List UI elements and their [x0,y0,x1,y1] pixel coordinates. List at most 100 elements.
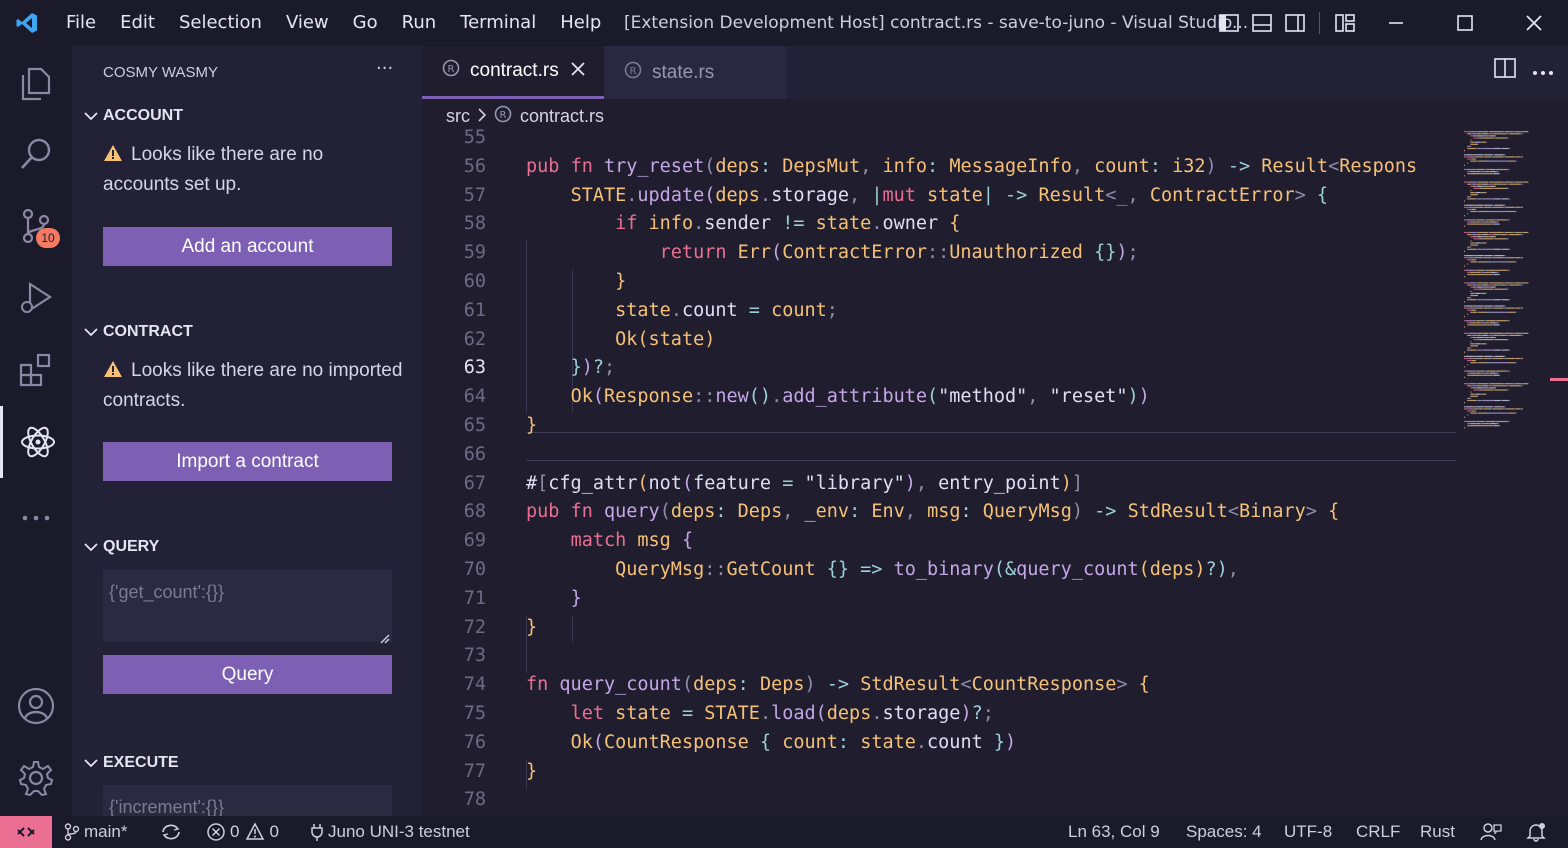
query-section-header[interactable]: QUERY [80,534,159,560]
menu-view[interactable]: View [274,0,341,46]
query-input[interactable]: {'get_count':{}} [103,570,392,642]
code-line[interactable]: 65} [422,412,1462,441]
import-contract-button[interactable]: Import a contract [103,442,392,481]
close-window-icon[interactable] [1499,0,1568,46]
language-mode[interactable]: Rust [1420,816,1455,848]
code-line[interactable]: 64 Ok(Response::new().add_attribute("met… [422,383,1462,412]
toggle-secondary-sidebar-icon[interactable] [1278,0,1311,46]
close-tab-icon[interactable] [571,60,585,82]
minimap-stroke [1482,385,1488,387]
indentation[interactable]: Spaces: 4 [1186,816,1262,848]
minimap-stroke [1508,160,1510,162]
code-line[interactable]: 71 } [422,585,1462,614]
minimap-stroke [1513,332,1515,334]
menu-edit[interactable]: Edit [108,0,167,46]
code-editor[interactable]: 55 56 pub fn try_reset(deps: DepsMut, info… [422,125,1462,815]
minimap-stroke [1471,385,1473,387]
code-line[interactable]: 61 state.count = count; [422,297,1462,326]
feedback-icon[interactable] [1480,816,1506,848]
sidebar-more-icon[interactable]: ··· [376,58,393,79]
code-line[interactable]: 69 match msg { [422,527,1462,556]
minimap-stroke [1470,160,1477,162]
toggle-panel-icon[interactable] [1245,0,1278,46]
minimap-stroke [1465,406,1466,408]
code-line[interactable]: 73 [422,642,1462,671]
source-control-icon[interactable]: 10 [0,190,72,262]
encoding[interactable]: UTF-8 [1284,816,1332,848]
split-editor-icon[interactable] [1494,58,1516,82]
minimap[interactable] [1462,125,1552,445]
account-section-header[interactable]: ACCOUNT [80,103,183,129]
code-line[interactable]: 74 fn query_count(deps: Deps) -> StdResul… [422,671,1462,700]
menu-go[interactable]: Go [341,0,390,46]
code-line[interactable]: 67 #[cfg_attr(not(feature = "library"), e… [422,470,1462,499]
toggle-primary-sidebar-icon[interactable] [1212,0,1245,46]
code-line[interactable]: 68 pub fn query(deps: Deps, _env: Env, ms… [422,498,1462,527]
minimap-stroke [1472,345,1473,347]
code-token: GetCount [726,559,827,580]
run-debug-icon[interactable] [0,262,72,334]
line-endings[interactable]: CRLF [1356,816,1400,848]
cosmy-wasmy-icon[interactable] [0,406,72,478]
code-token: pub [526,155,571,177]
code-line[interactable]: 72} [422,614,1462,643]
maximize-icon[interactable] [1430,0,1499,46]
minimap-stroke [1501,234,1507,236]
warning-icon [103,359,125,387]
code-line[interactable]: 58 if info.sender != state.owner { [422,210,1462,239]
notifications-bell-icon[interactable] [1526,816,1550,848]
code-line[interactable]: 57 STATE.update(deps.storage, |mut state… [422,182,1462,211]
menu-selection[interactable]: Selection [167,0,274,46]
explorer-icon[interactable] [0,46,72,118]
code-line[interactable]: 59 return Err(ContractError::Unauthorize… [422,239,1462,268]
menu-run[interactable]: Run [390,0,449,46]
code-token: {} [826,559,861,580]
minimap-stroke [1468,347,1470,349]
code-line[interactable]: 76 Ok(CountResponse { count: state.count… [422,729,1462,758]
menu-help[interactable]: Help [548,0,613,46]
minimap-stroke [1481,234,1483,236]
branch-indicator[interactable]: main* [64,816,127,848]
settings-gear-icon[interactable] [0,742,72,814]
vscode-logo-icon [0,0,54,46]
minimap-stroke [1510,332,1513,334]
minimap-stroke [1475,242,1481,244]
execute-input[interactable]: {'increment':{}} [103,785,392,816]
minimap-stroke [1476,221,1481,223]
minimize-icon[interactable] [1361,0,1430,46]
code-line[interactable]: 62 Ok(state) [422,326,1462,355]
code-line[interactable]: 70 QueryMsg::GetCount {} => to_binary(&q… [422,556,1462,585]
code-line[interactable]: 77} [422,758,1462,787]
add-account-button[interactable]: Add an account [103,227,392,266]
minimap-stroke [1467,322,1471,324]
contract-section-header[interactable]: CONTRACT [80,319,193,345]
code-token: [ [537,472,549,494]
problems-indicator[interactable]: 0 0 [206,816,279,848]
cursor-position[interactable]: Ln 63, Col 9 [1068,816,1160,848]
menu-terminal[interactable]: Terminal [448,0,548,46]
search-icon[interactable] [0,118,72,190]
query-button[interactable]: Query [103,655,392,694]
resize-handle-icon[interactable] [380,629,390,648]
network-indicator[interactable]: Juno UNI-3 testnet [310,816,470,848]
code-line[interactable]: 78 [422,786,1462,815]
code-line[interactable]: 63 })?; [422,354,1462,383]
account-icon[interactable] [0,670,72,742]
code-token: Err [737,242,772,264]
code-line[interactable]: 75 let state = STATE.load(deps.storage)?… [422,700,1462,729]
sync-icon[interactable] [160,816,186,848]
code-line[interactable]: 55 [422,124,1462,153]
minimap-stroke [1510,131,1513,133]
menu-file[interactable]: File [54,0,108,46]
tab-state-rs[interactable]: R state.rs [604,46,786,99]
execute-section-header[interactable]: EXECUTE [80,750,179,776]
customize-layout-icon[interactable] [1328,0,1361,46]
code-line[interactable]: 60 } [422,268,1462,297]
more-icon[interactable] [0,482,72,554]
code-line[interactable]: 56 pub fn try_reset(deps: DepsMut, info: … [422,153,1462,182]
remote-indicator-icon[interactable] [0,816,52,848]
tab-contract-rs[interactable]: R contract.rs [422,46,604,99]
code-line[interactable]: 66 [422,441,1462,470]
extensions-icon[interactable] [0,334,72,406]
editor-more-icon[interactable] [1532,61,1554,80]
